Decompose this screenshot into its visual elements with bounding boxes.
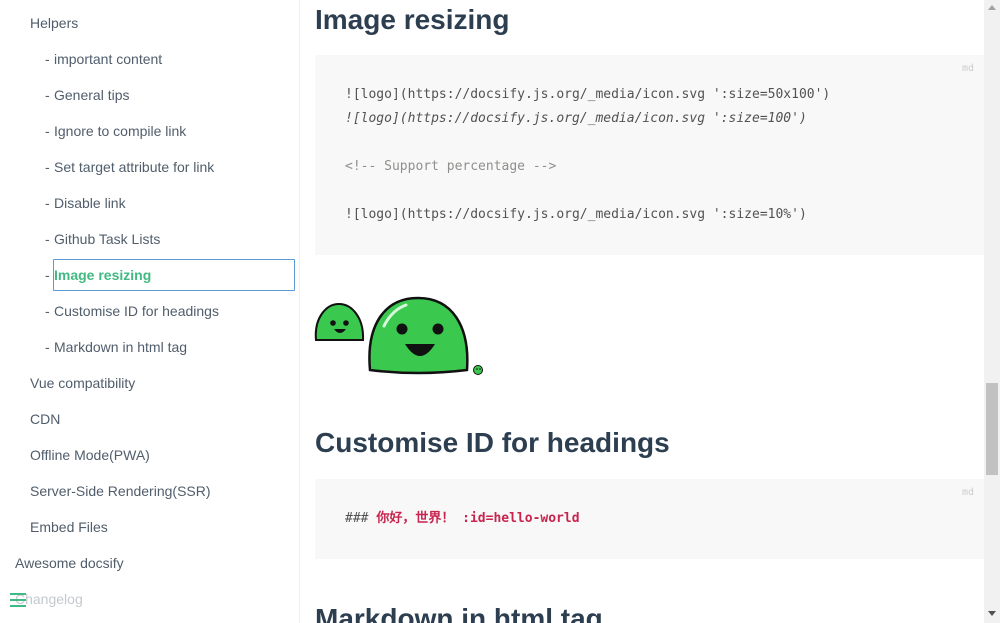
dash: - <box>45 195 50 211</box>
sidebar-item-ignore-to-compile-link[interactable]: - Ignore to compile link <box>45 123 186 139</box>
sidebar-item-image-resizing[interactable]: - Image resizing <box>45 267 151 283</box>
dash: - <box>45 267 50 283</box>
code-lang-label: md <box>961 63 974 74</box>
code-line: ![logo](https://docsify.js.org/_media/ic… <box>345 207 807 222</box>
heading-image-resizing: Image resizing <box>315 4 510 35</box>
sidebar-item-helpers[interactable]: Helpers <box>30 15 78 31</box>
code-lang-label: md <box>961 487 974 498</box>
code-block-image-resizing: md ![logo](https://docsify.js.org/_media… <box>315 55 984 255</box>
code-comment: <!-- Support percentage --> <box>345 159 557 174</box>
sidebar-item-awesome-docsify[interactable]: Awesome docsify <box>15 555 124 571</box>
dash: - <box>45 231 50 247</box>
sidebar-item-disable-link[interactable]: - Disable link <box>45 195 126 211</box>
docsify-logo-images <box>314 296 483 375</box>
sidebar-item-vue-compatibility[interactable]: Vue compatibility <box>30 375 135 391</box>
docsify-logo-tiny <box>473 365 483 375</box>
dash: - <box>45 51 50 67</box>
sidebar-item-ssr[interactable]: Server-Side Rendering(SSR) <box>30 483 211 499</box>
code-line: ![logo](https://docsify.js.org/_media/ic… <box>345 87 831 102</box>
code-line: ### 你好，世界！ :id=hello-world <box>345 511 580 526</box>
dash: - <box>45 87 50 103</box>
dash: - <box>45 339 50 355</box>
sidebar-item-markdown-in-html[interactable]: - Markdown in html tag <box>45 339 187 355</box>
scroll-down-icon[interactable] <box>988 611 996 616</box>
scroll-up-icon[interactable] <box>988 5 996 10</box>
docsify-logo-large <box>368 296 469 375</box>
dash: - <box>45 303 50 319</box>
dash: - <box>45 159 50 175</box>
sidebar-item-customise-id[interactable]: - Customise ID for headings <box>45 303 219 319</box>
sidebar-item-embed-files[interactable]: Embed Files <box>30 519 108 535</box>
sidebar-item-cdn[interactable]: CDN <box>30 411 60 427</box>
sidebar-item-github-task-lists[interactable]: - Github Task Lists <box>45 231 160 247</box>
main-content: Image resizing md ![logo](https://docsif… <box>300 0 984 623</box>
scrollbar-thumb[interactable] <box>986 383 998 475</box>
sidebar-item-general-tips[interactable]: - General tips <box>45 87 129 103</box>
hamburger-icon[interactable] <box>10 593 26 609</box>
sidebar-item-offline-mode[interactable]: Offline Mode(PWA) <box>30 447 150 463</box>
code-block-customise-id: md ### 你好，世界！ :id=hello-world <box>315 479 984 559</box>
code-line: ![logo](https://docsify.js.org/_media/ic… <box>345 111 807 126</box>
dash: - <box>45 123 50 139</box>
heading-markdown-in-html: Markdown in html tag <box>315 603 603 623</box>
sidebar: Helpers - important content - General tips… <box>0 0 300 623</box>
heading-customise-id: Customise ID for headings <box>315 427 670 458</box>
vertical-scrollbar[interactable] <box>984 0 1000 623</box>
docsify-logo-small <box>314 302 365 341</box>
sidebar-item-important-content[interactable]: - important content <box>45 51 162 67</box>
sidebar-item-set-target-attribute[interactable]: - Set target attribute for link <box>45 159 214 175</box>
